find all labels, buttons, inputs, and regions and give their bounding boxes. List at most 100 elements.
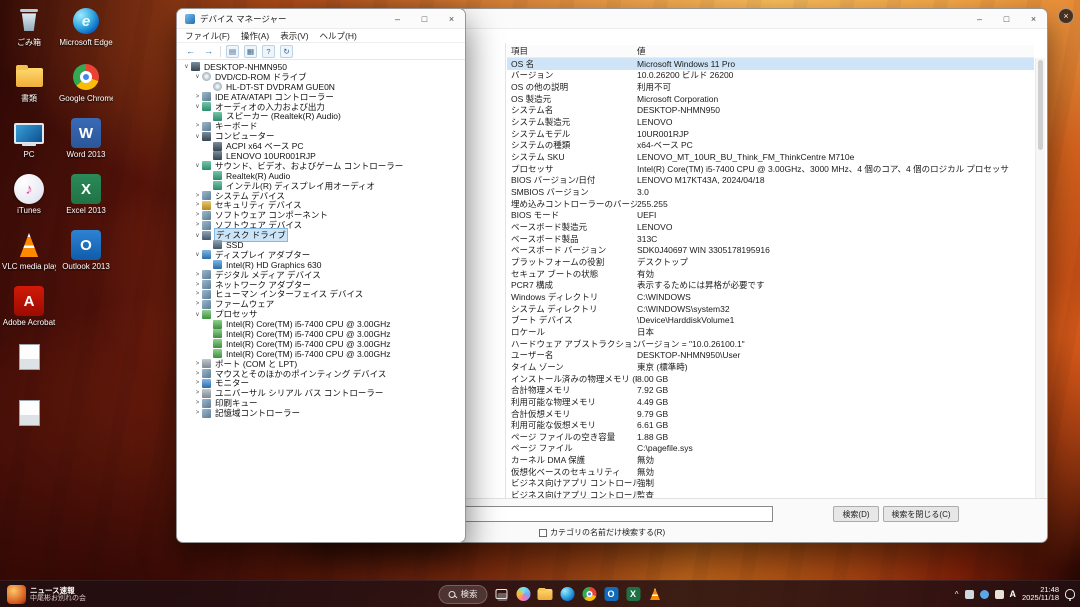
system-info-row[interactable]: プラットフォームの役割 デスクトップ [507,256,1034,268]
tray-icon[interactable] [965,590,974,599]
desktop-icon[interactable]: VLC media player [2,230,56,271]
menu-item[interactable]: 操作(A) [241,30,269,42]
device-tree-item[interactable]: ∨ プロセッサ [178,309,464,319]
system-info-row[interactable]: ビジネス向けアプリ コントロールのユー... 監査 [507,489,1034,498]
desktop-icon[interactable]: A Adobe Acrobat [2,286,56,327]
desktop-icon[interactable] [2,398,56,430]
expander-icon[interactable]: > [193,212,202,218]
expander-icon[interactable]: ∨ [193,73,202,80]
desktop-icon[interactable]: PC [2,118,56,159]
expander-icon[interactable]: > [193,282,202,288]
find-button[interactable]: 検索(D) [833,506,879,522]
device-tree-item[interactable]: Intel(R) Core(TM) i5-7400 CPU @ 3.00GHz [178,319,464,329]
device-tree-item[interactable]: Intel(R) Core(TM) i5-7400 CPU @ 3.00GHz [178,339,464,349]
expander-icon[interactable]: > [193,390,202,396]
system-info-row[interactable]: ベースボード バージョン SDK0J40697 WIN 330517819591… [507,245,1034,257]
menu-item[interactable]: ファイル(F) [185,30,230,42]
back-icon[interactable]: ← [184,45,197,58]
taskbar-search[interactable]: 検索 [438,585,487,604]
expander-icon[interactable]: ∨ [193,251,202,258]
excel-icon[interactable] [625,586,642,603]
minimize-button[interactable]: – [966,9,993,28]
scan-hardware-icon[interactable]: ↻ [280,45,293,58]
desktop-icon[interactable]: 書類 [2,62,56,103]
expander-icon[interactable]: > [193,361,202,367]
copilot-icon[interactable] [515,586,532,603]
system-info-row[interactable]: 合計物理メモリ 7.92 GB [507,384,1034,396]
column-header-value[interactable]: 値 [637,45,646,57]
close-button[interactable]: × [1020,9,1047,28]
forward-icon[interactable]: → [202,45,215,58]
vlc-icon[interactable] [647,586,664,603]
system-info-row[interactable]: ページ ファイル C:\pagefile.sys [507,443,1034,455]
device-manager-titlebar[interactable]: デバイス マネージャー – □ × [177,9,465,29]
device-tree-item[interactable]: ACPI x64 ベース PC [178,141,464,151]
system-info-row[interactable]: セキュア ブートの状態 有効 [507,268,1034,280]
explorer-icon[interactable] [537,586,554,603]
system-info-row[interactable]: システム SKU LENOVO_MT_10UR_BU_Think_FM_Thin… [507,151,1034,163]
device-tree-item[interactable]: ∨ ディスプレイ アダプター [178,250,464,260]
properties-icon[interactable]: ▦ [244,45,257,58]
tray-icon[interactable] [995,590,1004,599]
expander-icon[interactable]: > [193,94,202,100]
expander-icon[interactable]: > [193,291,202,297]
search-category-names-only-option[interactable]: カテゴリの名前だけ検索する(R) [539,527,665,538]
taskview-icon[interactable] [493,586,510,603]
menu-item[interactable]: ヘルプ(H) [320,30,357,42]
expander-icon[interactable]: ∨ [193,162,202,169]
screen-close-icon[interactable]: × [1058,8,1074,24]
expander-icon[interactable]: > [193,400,202,406]
system-info-row[interactable]: OS 製造元 Microsoft Corporation [507,93,1034,105]
expander-icon[interactable]: ∨ [182,63,191,70]
device-tree-item[interactable]: ∨ ディスク ドライブ [178,230,464,240]
chrome-icon[interactable] [581,586,598,603]
system-info-row[interactable]: システム名 DESKTOP-NHMN950 [507,105,1034,117]
system-info-row[interactable]: カーネル DMA 保護 無効 [507,454,1034,466]
menu-item[interactable]: 表示(V) [280,30,308,42]
column-header-item[interactable]: 項目 [507,45,637,57]
clock[interactable]: 21:48 2025/11/18 [1022,586,1059,603]
outlook-icon[interactable] [603,586,620,603]
expander-icon[interactable]: > [193,371,202,377]
minimize-button[interactable]: – [384,9,411,28]
device-tree-item[interactable]: ∨ サウンド、ビデオ、およびゲーム コントローラー [178,161,464,171]
vertical-scrollbar[interactable] [1035,58,1045,498]
system-info-row[interactable]: ビジネス向けアプリ コントロール ポリ... 強制 [507,478,1034,490]
system-info-row[interactable]: 埋め込みコントローラーのバージョン 255.255 [507,198,1034,210]
system-info-row[interactable]: システムの種類 x64-ベース PC [507,140,1034,152]
maximize-button[interactable]: □ [993,9,1020,28]
expander-icon[interactable]: > [193,410,202,416]
system-info-row[interactable]: BIOS モード UEFI [507,210,1034,222]
system-info-row[interactable]: 合計仮想メモリ 9.79 GB [507,408,1034,420]
system-info-row[interactable]: SMBIOS バージョン 3.0 [507,186,1034,198]
close-button[interactable]: × [438,9,465,28]
desktop-icon[interactable]: X Excel 2013 [59,174,113,215]
system-info-row[interactable]: 利用可能な仮想メモリ 6.61 GB [507,419,1034,431]
system-info-row[interactable]: ページ ファイルの空き容量 1.88 GB [507,431,1034,443]
start-button[interactable] [416,586,433,603]
desktop-icon[interactable]: e Microsoft Edge [59,6,113,47]
notification-bell-icon[interactable] [1065,589,1075,599]
device-tree-item[interactable]: Intel(R) Core(TM) i5-7400 CPU @ 3.00GHz [178,329,464,339]
system-info-row[interactable]: ブート デバイス \Device\HarddiskVolume1 [507,314,1034,326]
edge-icon[interactable] [559,586,576,603]
hidden-icons-chevron[interactable]: ^ [955,590,959,599]
system-info-row[interactable]: システムモデル 10UR001RJP [507,128,1034,140]
system-info-row[interactable]: BIOS バージョン/日付 LENOVO M17KT43A, 2024/04/1… [507,175,1034,187]
system-info-row[interactable]: ベースボード製造元 LENOVO [507,221,1034,233]
system-info-row[interactable]: ハードウェア アブストラクション レイヤー バージョン = "10.0.2610… [507,338,1034,350]
device-tree-item[interactable]: ∨ DVD/CD-ROM ドライブ [178,72,464,82]
desktop-icon[interactable]: O Outlook 2013 [59,230,113,271]
desktop-icon[interactable]: ♪ iTunes [2,174,56,215]
desktop-icon[interactable]: ごみ箱 [2,6,56,47]
console-tree-icon[interactable]: ▤ [226,45,239,58]
system-info-row[interactable]: OS 名 Microsoft Windows 11 Pro [507,58,1034,70]
system-info-row[interactable]: ベースボード製品 313C [507,233,1034,245]
system-info-row[interactable]: インストール済みの物理メモリ (RAM) 8.00 GB [507,373,1034,385]
expander-icon[interactable]: ∨ [193,311,202,318]
tray-icon[interactable] [980,590,989,599]
system-info-row[interactable]: Windows ディレクトリ C:\WINDOWS [507,291,1034,303]
system-info-row[interactable]: 仮想化ベースのセキュリティ 無効 [507,466,1034,478]
close-find-button[interactable]: 検索を閉じる(C) [883,506,959,522]
desktop-icon[interactable]: W Word 2013 [59,118,113,159]
